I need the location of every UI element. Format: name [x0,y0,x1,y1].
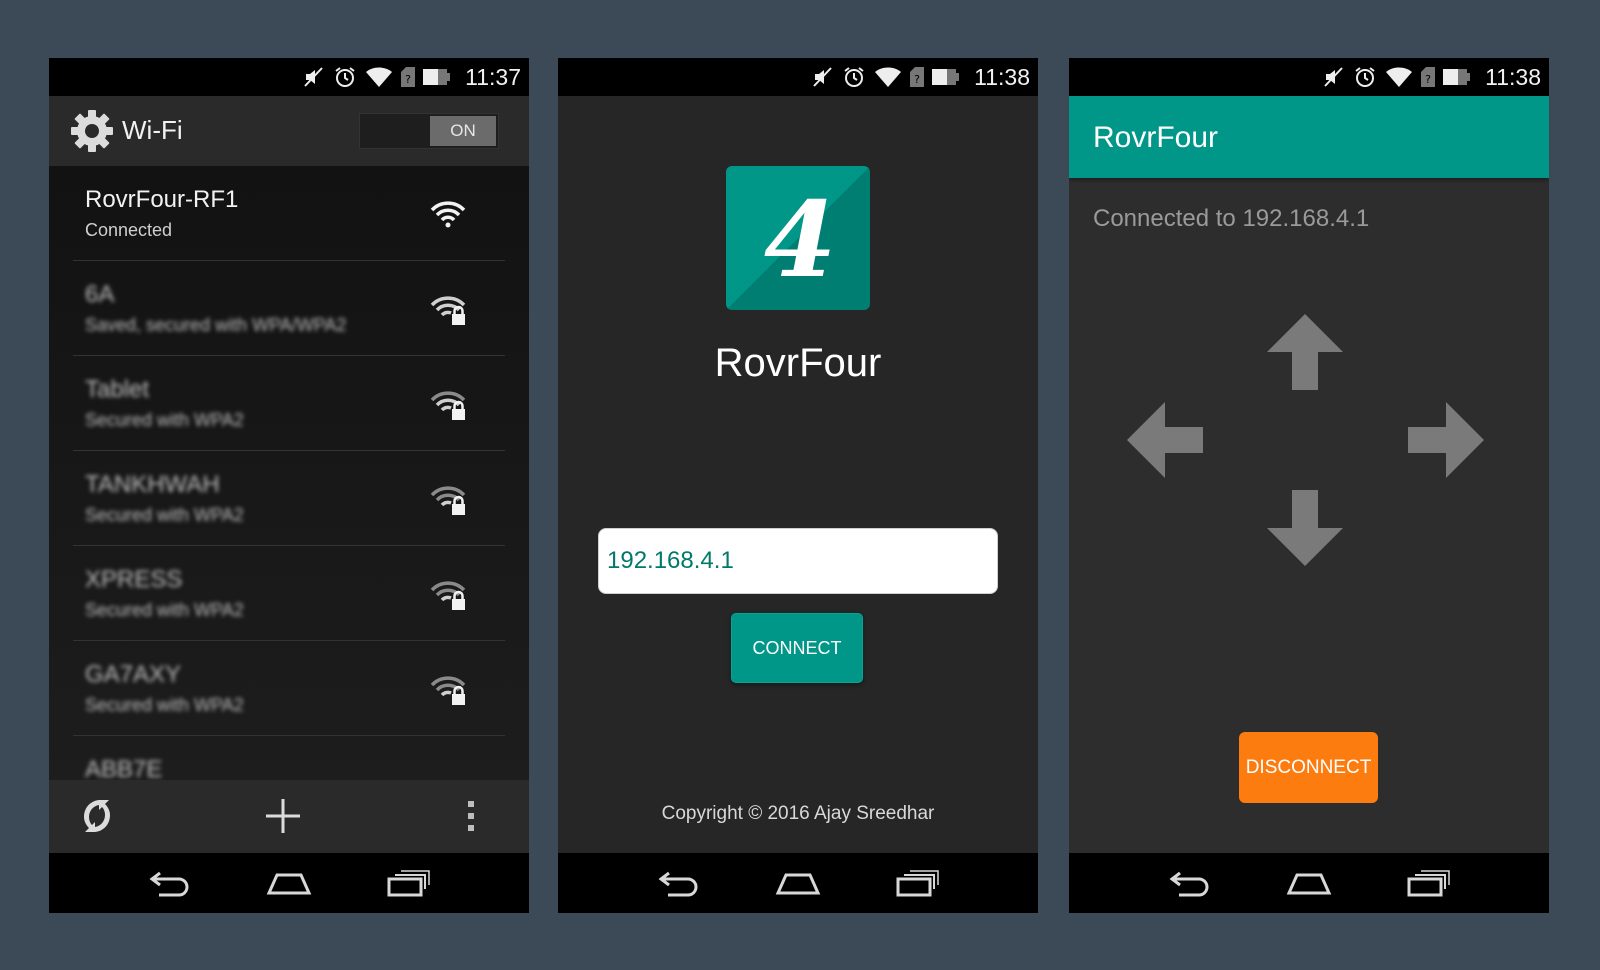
status-time: 11:38 [974,64,1030,90]
navigation-bar [49,853,529,913]
network-name: RovrFour-RF1 [85,186,239,213]
no-sim-icon: ? [910,67,924,87]
network-name: ABB7E [85,756,163,780]
wifi-action-bar [49,780,529,853]
status-bar: ? 11:37 [49,58,529,96]
wifi-network-item[interactable]: 6A Saved, secured with WPA/WPA2 [73,261,505,356]
arrow-up-icon[interactable] [1265,312,1345,392]
back-icon[interactable] [1165,867,1213,899]
status-time: 11:37 [465,64,521,90]
status-time: 11:38 [1485,64,1541,90]
network-status: Saved, secured with WPA/WPA2 [85,315,347,335]
controller-screen: ? 11:38 RovrFour Connected to 192.168.4.… [1069,58,1549,913]
navigation-bar [558,853,1038,913]
network-name: GA7AXY [85,661,182,688]
alarm-icon [335,67,355,87]
arrow-right-icon[interactable] [1406,400,1486,480]
wifi-network-item[interactable]: TANKHWAH Secured with WPA2 [73,451,505,546]
battery-icon [1443,69,1470,85]
network-status: Secured with WPA2 [85,695,244,715]
network-status: Secured with WPA2 [85,505,244,525]
wifi-title: Wi-Fi [122,115,183,145]
alarm-icon [1355,67,1375,87]
alarm-icon [844,67,864,87]
wifi-header: Wi-Fi ON [49,96,529,166]
battery-icon [932,69,959,85]
secured-wifi-icon [430,676,466,705]
arrow-down-icon[interactable] [1265,488,1345,568]
no-sim-icon: ? [1421,67,1435,87]
secured-wifi-icon [430,296,466,325]
connection-status: Connected to 192.168.4.1 [1093,205,1370,232]
muted-speaker-icon [304,67,323,87]
back-icon[interactable] [654,867,702,899]
recent-apps-icon[interactable] [1405,867,1453,899]
wifi-signal-icon [430,201,466,228]
battery-icon [423,69,450,85]
app-bar: RovrFour [1069,96,1549,178]
wifi-network-item[interactable]: Tablet Secured with WPA2 [73,356,505,451]
svg-text:?: ? [1425,73,1431,86]
copyright-text: Copyright © 2016 Ajay Sreedhar [661,803,935,824]
network-name: Tablet [85,376,150,403]
arrow-left-icon[interactable] [1125,400,1205,480]
muted-speaker-icon [1324,67,1343,87]
disconnect-button[interactable]: DISCONNECT [1239,732,1378,803]
connect-screen: ? 11:38 4 RovrFour CONNECT Copyright © 2… [558,58,1038,913]
app-name: RovrFour [714,341,882,385]
wifi-network-item[interactable]: RovrFour-RF1 Connected [73,166,505,261]
network-name: 6A [85,281,115,308]
back-icon[interactable] [145,867,193,899]
app-logo: 4 [726,166,870,310]
wifi-network-item[interactable]: GA7AXY Secured with WPA2 [73,641,505,736]
network-status: Connected [85,220,173,240]
svg-text:4: 4 [764,178,836,301]
secured-wifi-icon [430,486,466,515]
wps-icon[interactable] [77,796,117,836]
ip-address-input[interactable] [598,528,998,594]
muted-speaker-icon [813,67,832,87]
navigation-bar [1069,853,1549,913]
status-bar: ? 11:38 [558,58,1038,96]
app-bar-title: RovrFour [1093,121,1219,154]
svg-text:?: ? [405,73,411,86]
home-icon[interactable] [1285,867,1333,899]
recent-apps-icon[interactable] [385,867,433,899]
network-name: TANKHWAH [85,471,220,498]
network-name: XPRESS [85,566,183,593]
overflow-menu-icon[interactable] [451,796,491,836]
wifi-network-item[interactable]: ABB7E [73,736,505,780]
network-status: Secured with WPA2 [85,600,244,620]
wifi-signal-icon [875,67,901,87]
add-network-icon[interactable] [263,796,303,836]
wifi-network-list: RovrFour-RF1 Connected 6A Saved, secured… [49,166,529,780]
recent-apps-icon[interactable] [894,867,942,899]
home-icon[interactable] [774,867,822,899]
wifi-network-item[interactable]: XPRESS Secured with WPA2 [73,546,505,641]
status-bar: ? 11:38 [1069,58,1549,96]
wifi-toggle-label: ON [430,116,496,146]
app-logo-glyph: 4 [764,178,836,301]
no-sim-icon: ? [401,67,415,87]
home-icon[interactable] [265,867,313,899]
secured-wifi-icon [430,581,466,610]
wifi-toggle[interactable]: ON [359,113,499,149]
wifi-signal-icon [366,67,392,87]
wifi-signal-icon [1386,67,1412,87]
wifi-settings-screen: ? 11:37 Wi-Fi ON RovrFour-RF1 Connected [49,58,529,913]
secured-wifi-icon [430,391,466,420]
gear-icon[interactable] [69,108,115,154]
connect-button[interactable]: CONNECT [731,613,863,683]
svg-text:?: ? [914,73,920,86]
network-status: Secured with WPA2 [85,410,244,430]
